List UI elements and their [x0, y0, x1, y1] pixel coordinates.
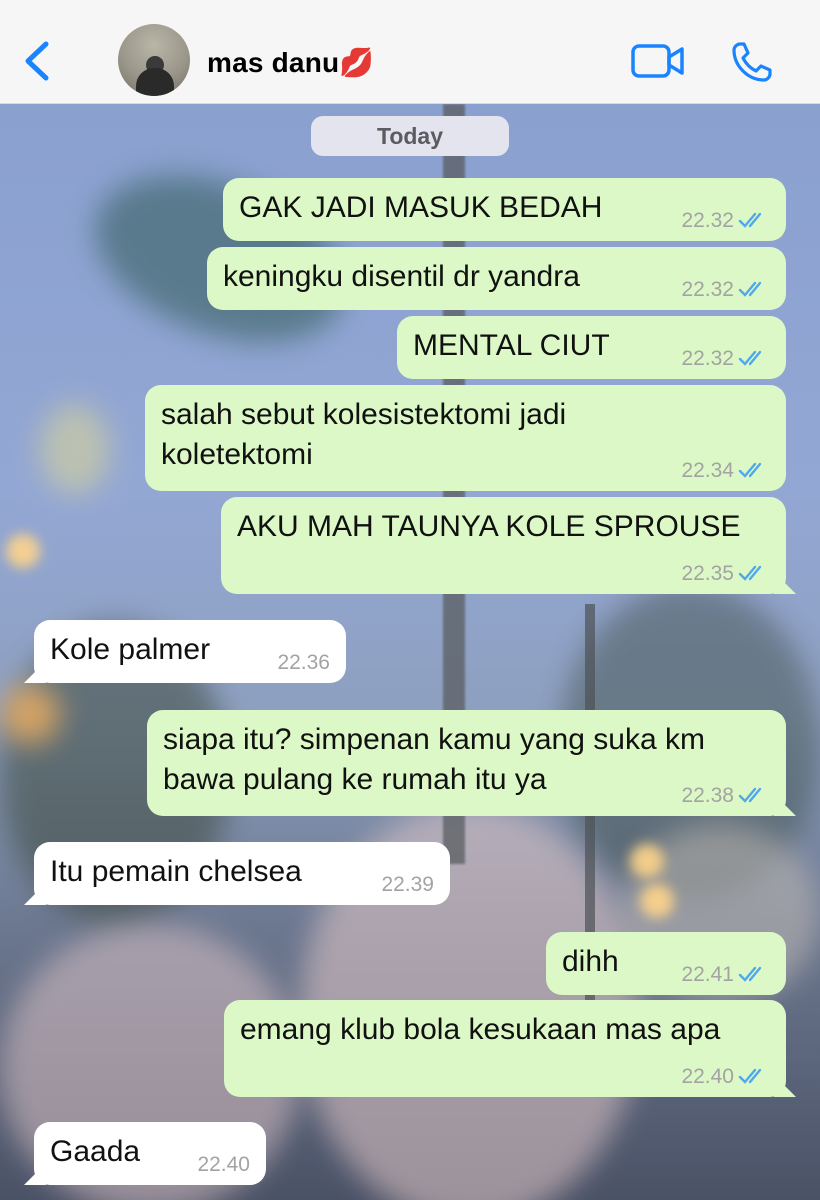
outgoing-message[interactable]: keningku disentil dr yandra 22.32 [207, 247, 786, 310]
avatar-figure [136, 68, 174, 96]
incoming-message[interactable]: Gaada 22.40 [34, 1122, 266, 1185]
message-time: 22.34 [681, 459, 734, 482]
read-ticks-icon [738, 1068, 762, 1084]
incoming-message[interactable]: Itu pemain chelsea 22.39 [34, 842, 450, 905]
outgoing-message[interactable]: AKU MAH TAUNYA KOLE SPROUSE 22.35 [221, 497, 786, 594]
message-time: 22.36 [277, 651, 330, 674]
read-ticks-icon [738, 787, 762, 803]
message-meta: 22.32 [681, 347, 770, 371]
message-meta: 22.38 [681, 784, 770, 808]
message-meta: 22.40 [681, 1065, 770, 1089]
read-ticks-icon [738, 350, 762, 366]
outgoing-message[interactable]: dihh 22.41 [546, 932, 786, 995]
message-meta: 22.35 [681, 562, 770, 586]
wallpaper-blur [40, 404, 110, 494]
outgoing-message[interactable]: GAK JADI MASUK BEDAH 22.32 [223, 178, 786, 241]
message-time: 22.32 [681, 278, 734, 301]
message-time: 22.39 [381, 873, 434, 896]
avatar[interactable] [118, 24, 190, 96]
read-ticks-icon [738, 966, 762, 982]
incoming-message[interactable]: Kole palmer 22.36 [34, 620, 346, 683]
wallpaper-blur [0, 684, 60, 744]
contact-name[interactable]: mas danu💋 [207, 46, 374, 79]
message-time: 22.41 [681, 963, 734, 986]
message-text: siapa itu? simpenan kamu yang suka km ba… [163, 723, 705, 796]
back-button[interactable] [20, 36, 60, 86]
read-ticks-icon [738, 565, 762, 581]
video-call-button[interactable] [630, 42, 686, 80]
outgoing-message[interactable]: emang klub bola kesukaan mas apa 22.40 [224, 1000, 786, 1097]
message-text: AKU MAH TAUNYA KOLE SPROUSE [237, 510, 741, 543]
chat-header: mas danu💋 [0, 0, 820, 104]
date-separator: Today [311, 116, 509, 156]
message-time: 22.38 [681, 784, 734, 807]
message-time: 22.35 [681, 562, 734, 585]
message-text: Itu pemain chelsea [50, 855, 302, 888]
outgoing-message[interactable]: siapa itu? simpenan kamu yang suka km ba… [147, 710, 786, 816]
video-camera-icon [631, 44, 684, 78]
message-text: emang klub bola kesukaan mas apa [240, 1013, 721, 1046]
read-ticks-icon [738, 281, 762, 297]
kiss-emoji: 💋 [339, 47, 375, 78]
message-time: 22.32 [681, 347, 734, 370]
message-text: salah sebut kolesistektomi jadi koletekt… [161, 398, 567, 471]
wallpaper-lamp [630, 844, 664, 878]
message-meta: 22.41 [681, 963, 770, 987]
message-meta: 22.34 [681, 459, 770, 483]
message-time: 22.32 [681, 209, 734, 232]
chevron-left-icon [25, 41, 49, 81]
wallpaper-lamp [640, 884, 674, 918]
message-meta: 22.32 [681, 278, 770, 302]
contact-name-text: mas danu [207, 47, 340, 78]
wallpaper-lamp [6, 534, 40, 568]
read-ticks-icon [738, 212, 762, 228]
read-ticks-icon [738, 462, 762, 478]
message-meta: 22.32 [681, 209, 770, 233]
phone-icon [732, 42, 772, 82]
voice-call-button[interactable] [730, 40, 774, 84]
outgoing-message[interactable]: salah sebut kolesistektomi jadi koletekt… [145, 385, 786, 491]
outgoing-message[interactable]: MENTAL CIUT 22.32 [397, 316, 786, 379]
message-time: 22.40 [197, 1153, 250, 1176]
message-time: 22.40 [681, 1065, 734, 1088]
